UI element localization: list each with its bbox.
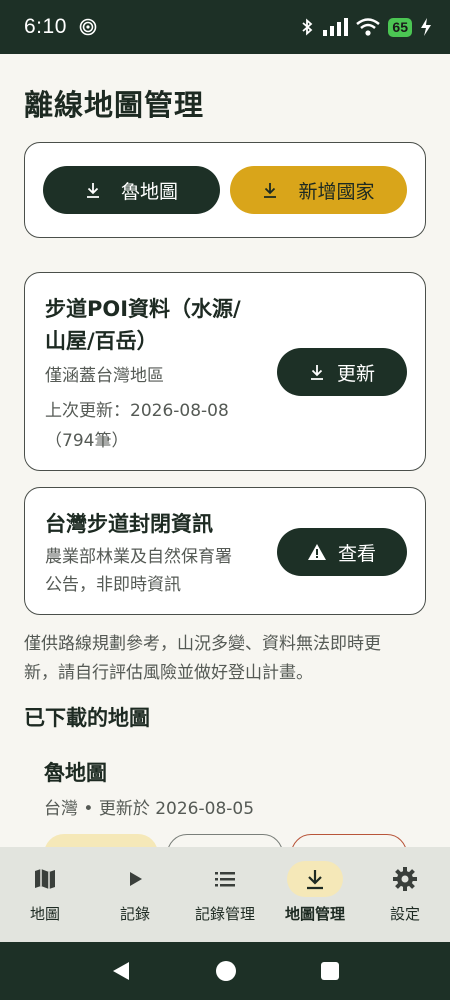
nav-label-map: 地圖	[29, 905, 60, 923]
poi-data-card: 步道POI資料（水源/ 山屋/百岳） 僅涵蓋台灣地區 上次更新：2026-08-…	[24, 272, 426, 471]
download-icon	[264, 183, 277, 198]
nav-item-map[interactable]: 地圖	[0, 847, 90, 942]
play-icon	[130, 872, 142, 886]
back-icon[interactable]	[111, 961, 131, 981]
nav-item-record[interactable]: 記錄	[90, 847, 180, 942]
closure-card-desc: 農業部林業及自然保育署 公告，非即時資訊	[45, 547, 232, 595]
nav-label-settings: 設定	[389, 905, 420, 923]
warning-icon	[307, 544, 326, 560]
nav-label-map-management: 地圖管理	[284, 905, 345, 923]
add-country-button[interactable]: 新增國家	[230, 166, 407, 214]
view-button-label: 查看	[337, 542, 376, 565]
status-time: 6:10	[24, 15, 67, 38]
bottom-navigation: 地圖 記錄 記錄管理 地圖管理 設定	[0, 847, 450, 942]
list-icon	[215, 872, 235, 887]
closure-card-title: 台灣步道封閉資訊	[45, 512, 213, 536]
nav-item-map-management[interactable]: 地圖管理	[270, 847, 360, 942]
nav-item-settings[interactable]: 設定	[360, 847, 450, 942]
signal-icon	[323, 18, 349, 36]
wifi-icon	[356, 18, 381, 36]
status-bar: 6:10 65	[0, 0, 450, 54]
download-icon	[86, 183, 99, 198]
add-country-label: 新增國家	[298, 180, 375, 203]
map-icon	[35, 869, 55, 889]
bluetooth-icon	[302, 18, 313, 36]
downloaded-map-meta: 台灣 • 更新於 2026-08-05	[44, 799, 255, 819]
battery-level: 65	[392, 19, 408, 35]
downloaded-maps-heading: 已下載的地圖	[24, 706, 150, 730]
poi-card-title: 步道POI資料（水源/ 山屋/百岳）	[45, 297, 241, 353]
downloaded-map-name: 魯地圖	[44, 761, 107, 785]
disclaimer-text: 僅供路線規劃參考，山況多變、資料無法即時更 新，請自行評估風險並做好登山計畫。	[24, 634, 381, 683]
download-map-button[interactable]: 魯地圖	[43, 166, 220, 214]
system-navigation-bar	[0, 942, 450, 1000]
trail-closure-card: 台灣步道封閉資訊 農業部林業及自然保育署 公告，非即時資訊 查看	[24, 487, 426, 615]
gear-icon	[393, 867, 417, 891]
recents-icon[interactable]	[321, 962, 339, 980]
page-title: 離線地圖管理	[24, 88, 205, 122]
nav-label-record: 記錄	[119, 905, 150, 923]
nav-item-record-management[interactable]: 記錄管理	[180, 847, 270, 942]
update-button-label: 更新	[336, 362, 375, 385]
sync-icon	[79, 18, 97, 36]
nav-label-record-management: 記錄管理	[194, 905, 255, 923]
download-map-label: 魯地圖	[120, 180, 178, 203]
update-poi-button[interactable]: 更新	[277, 348, 407, 396]
map-actions-card: 魯地圖 新增國家	[24, 142, 426, 238]
battery-indicator: 65	[388, 17, 412, 37]
download-icon	[307, 870, 323, 890]
poi-coverage-text: 僅涵蓋台灣地區	[45, 366, 164, 386]
view-closures-button[interactable]: 查看	[277, 528, 407, 576]
poi-last-updated: 上次更新：2026-08-08 （794筆）	[45, 401, 229, 451]
home-icon[interactable]	[215, 960, 237, 982]
battery-charging-icon	[421, 18, 431, 36]
download-icon	[310, 365, 323, 380]
